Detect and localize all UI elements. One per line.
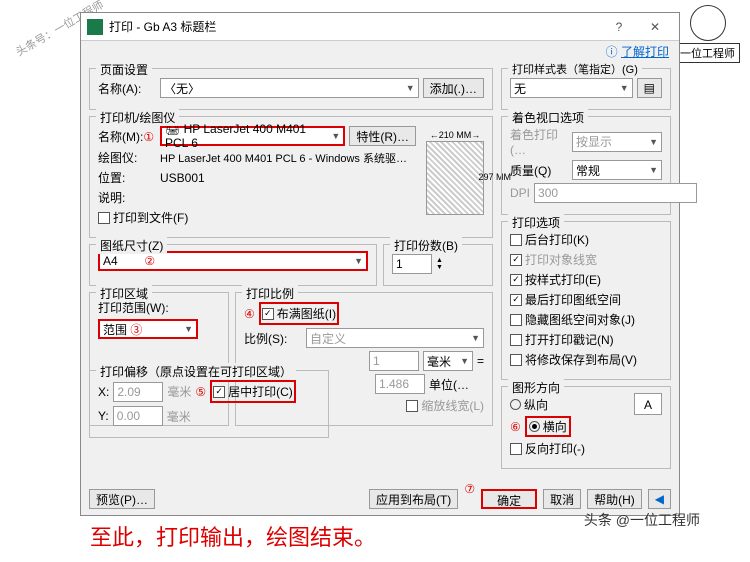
watermark-right-text: 一位工程师 [675,43,740,63]
ok-button[interactable]: 确定 [481,489,537,509]
flip-checkbox[interactable]: 反向打印(-) [510,440,585,457]
page-setup-title: 页面设置 [96,61,152,78]
paper-title: 图纸尺寸(Z) [96,237,167,254]
option-checkbox[interactable]: 后台打印(K) [510,231,589,248]
offset-group: 打印偏移（原点设置在可打印区域） X: 毫米 ⑤ 居中打印(C) Y: 毫米 [89,370,329,438]
printer-title: 打印机/绘图仪 [96,109,179,126]
area-title: 打印区域 [96,285,152,302]
cancel-button[interactable]: 取消 [543,489,581,509]
styletable-select[interactable]: 无▼ [510,78,633,98]
titlebar: 打印 - Gb A3 标题栏 ? ✕ [81,13,679,41]
du-input [375,374,425,394]
range-select[interactable]: 范围 ③▼ [98,319,198,339]
quality-select[interactable]: 常规▼ [572,160,662,180]
scale-lw-checkbox: 缩放线宽(L) [406,397,484,414]
options-title: 打印选项 [508,214,564,231]
collapse-button[interactable]: ◀ [648,489,671,509]
learn-link[interactable]: 了解打印 [621,45,669,59]
copies-down[interactable]: ▼ [436,264,443,271]
copies-group: 打印份数(B) ▲▼ [383,244,493,286]
printer-group: 打印机/绘图仪 名称(M):① 🖨 HP LaserJet 400 M401 P… [89,116,493,238]
y-input [113,406,163,426]
copies-input[interactable] [392,254,432,274]
du-label: 单位(… [429,376,484,393]
viewport-group: 着色视口选项 着色打印(…按显示▼ 质量(Q)常规▼ DPI [501,116,671,215]
printer-select[interactable]: 🖨 HP LaserJet 400 M401 PCL 6▼ [160,126,345,146]
print-dialog: 打印 - Gb A3 标题栏 ? ✕ ⓘ 了解打印 页面设置 名称(A): 〈无… [80,12,680,516]
quality-label: 质量(Q) [510,162,568,179]
watermark-bottom: 头条 @一位工程师 [584,510,700,530]
paper-size-group: 图纸尺寸(Z) A4 ②▼ [89,244,377,286]
apply-button[interactable]: 应用到布局(T) [369,489,458,509]
ratio-label: 比例(S): [244,330,302,347]
styletable-group: 打印样式表（笔指定）(G) 无▼▤ [501,68,671,110]
y-label: Y: [98,409,109,423]
page-setup-group: 页面设置 名称(A): 〈无〉▼ 添加(.)… [89,68,493,110]
loc-value: USB001 [160,171,205,185]
copies-label: 打印份数(B) [390,237,462,254]
shade-label: 着色打印(… [510,126,568,157]
option-checkbox[interactable]: 打开打印戳记(N) [510,331,614,348]
styletable-title: 打印样式表（笔指定）(G) [508,61,642,77]
shade-select: 按显示▼ [572,132,662,152]
option-checkbox: 打印对象线宽 [510,251,597,268]
ratio-select: 自定义▼ [306,328,484,348]
help-button2[interactable]: 帮助(H) [587,489,642,509]
props-button[interactable]: 特性(R)… [349,126,416,146]
loc-label: 位置: [98,169,156,186]
options-group: 打印选项 后台打印(K)打印对象线宽按样式打印(E)最后打印图纸空间隐藏图纸空间… [501,221,671,380]
plotter-label: 绘图仪: [98,149,156,166]
option-checkbox[interactable]: 隐藏图纸空间对象(J) [510,311,635,328]
option-checkbox[interactable]: 最后打印图纸空间 [510,291,621,308]
print-to-file-checkbox[interactable]: 打印到文件(F) [98,209,188,226]
orient-icon: A [634,393,662,415]
preview-button[interactable]: 预览(P)… [89,489,155,509]
desc-label: 说明: [98,189,156,206]
x-input [113,382,163,402]
dpi-input [534,183,697,203]
app-icon [87,19,103,35]
styletable-btn[interactable]: ▤ [637,78,662,98]
unit-input [369,351,419,371]
orient-group: 图形方向 纵向 ⑥横向 反向打印(-) A [501,386,671,469]
center-checkbox[interactable]: 居中打印(C) [210,380,296,403]
viewport-title: 着色视口选项 [508,109,588,126]
unit-select[interactable]: 毫米▼ [423,351,473,371]
pagesetup-name-select[interactable]: 〈无〉▼ [160,78,419,98]
printer-name-label: 名称(M):① [98,128,156,145]
caption-text: 至此，打印输出，绘图结束。 [90,520,376,552]
paper-preview: ←210 MM→ 297 MM [426,141,484,215]
portrait-radio[interactable]: 纵向 [510,396,548,413]
x-label: X: [98,385,109,399]
watermark-right: 一位工程师 [675,5,740,63]
copies-up[interactable]: ▲ [436,257,443,264]
help-button[interactable]: ? [601,16,637,38]
fit-checkbox[interactable]: 布满图纸(I) [259,302,339,325]
paper-size-select[interactable]: A4 ②▼ [98,251,368,271]
close-button[interactable]: ✕ [637,16,673,38]
dpi-label: DPI [510,186,530,200]
window-title: 打印 - Gb A3 标题栏 [109,18,601,35]
option-checkbox[interactable]: 将修改保存到布局(V) [510,351,637,368]
plotter-value: HP LaserJet 400 M401 PCL 6 - Windows 系统驱… [160,150,407,166]
option-checkbox[interactable]: 按样式打印(E) [510,271,601,288]
offset-title: 打印偏移（原点设置在可打印区域） [96,363,296,380]
orient-title: 图形方向 [508,379,564,396]
scale-title: 打印比例 [242,285,298,302]
landscape-radio[interactable]: 横向 [525,416,571,437]
add-button[interactable]: 添加(.)… [423,78,484,98]
name-label: 名称(A): [98,80,156,97]
